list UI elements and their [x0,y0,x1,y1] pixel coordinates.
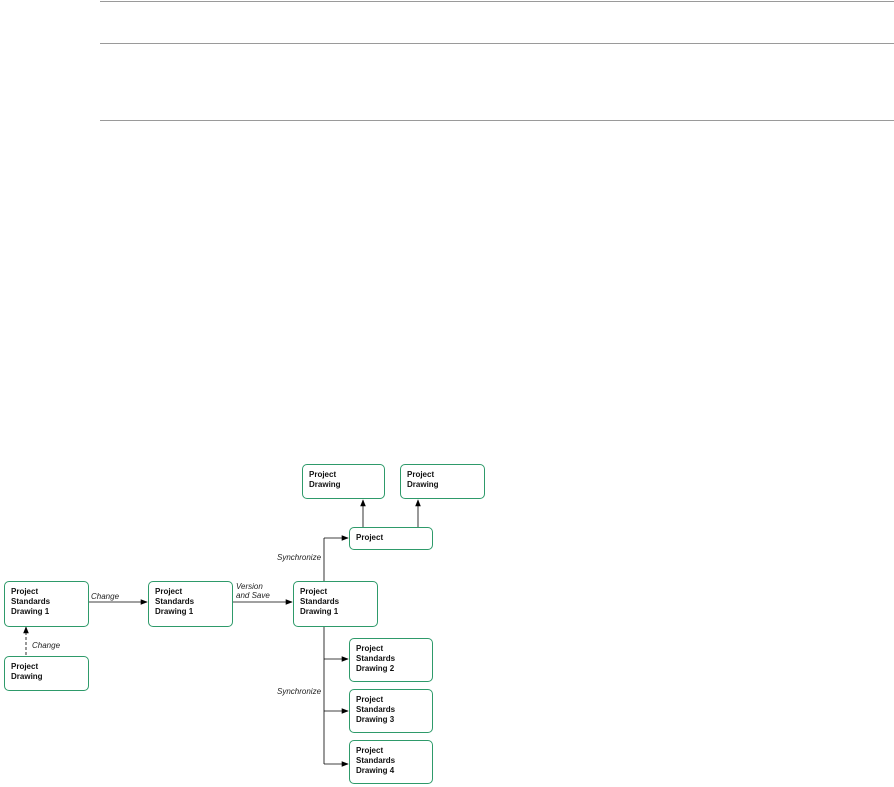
node-project-standards-drawing-1-origin: Project Standards Drawing 1 [4,581,89,627]
node-line: Standards [356,705,396,714]
node-line: Standards [155,597,195,606]
node-project-drawing-source: Project Drawing [4,656,89,691]
node-line: Standards [356,654,396,663]
connector-lines [23,499,421,767]
node-project-standards-drawing-3: Project Standards Drawing 3 [349,689,433,733]
label-synchronize-top: Synchronize [277,553,321,562]
node-line: Drawing [309,480,341,489]
node-line: Drawing [11,672,43,681]
node-project-standards-drawing-1-saved: Project Standards Drawing 1 [293,581,378,627]
node-project-drawing-right: Project Drawing [400,464,485,499]
node-line: Standards [11,597,51,606]
node-line: Drawing 1 [11,607,50,616]
node-project: Project [349,527,433,550]
node-line: Project [356,644,384,653]
node-line: Project [11,662,39,671]
node-line: Project [300,587,328,596]
label-synchronize-bottom: Synchronize [277,687,321,696]
node-line: Drawing 1 [300,607,339,616]
node-project-standards-drawing-4: Project Standards Drawing 4 [349,740,433,784]
node-line: Drawing 1 [155,607,194,616]
node-line: Project [356,746,384,755]
label-line: Synchronize [277,553,322,562]
label-line: Version [236,582,263,591]
node-line: Standards [300,597,340,606]
node-line: Drawing 3 [356,715,395,724]
label-change-right: Change [91,592,119,601]
node-line: Project [407,470,435,479]
node-project-drawing-left: Project Drawing [302,464,385,499]
node-line: Project [309,470,337,479]
node-line: Project [356,533,384,542]
node-line: Standards [356,756,396,765]
label-version-and-save: Version and Save [236,582,270,600]
node-line: Drawing 2 [356,664,395,673]
node-project-standards-drawing-1-changed: Project Standards Drawing 1 [148,581,233,627]
node-line: Drawing [407,480,439,489]
label-line: and Save [236,591,270,600]
label-change-up: Change [32,641,60,650]
node-line: Project [11,587,39,596]
label-line: Change [32,641,61,650]
label-line: Synchronize [277,687,322,696]
node-project-standards-drawing-2: Project Standards Drawing 2 [349,638,433,682]
node-line: Drawing 4 [356,766,395,775]
node-line: Project [155,587,183,596]
label-line: Change [91,592,120,601]
node-line: Project [356,695,384,704]
